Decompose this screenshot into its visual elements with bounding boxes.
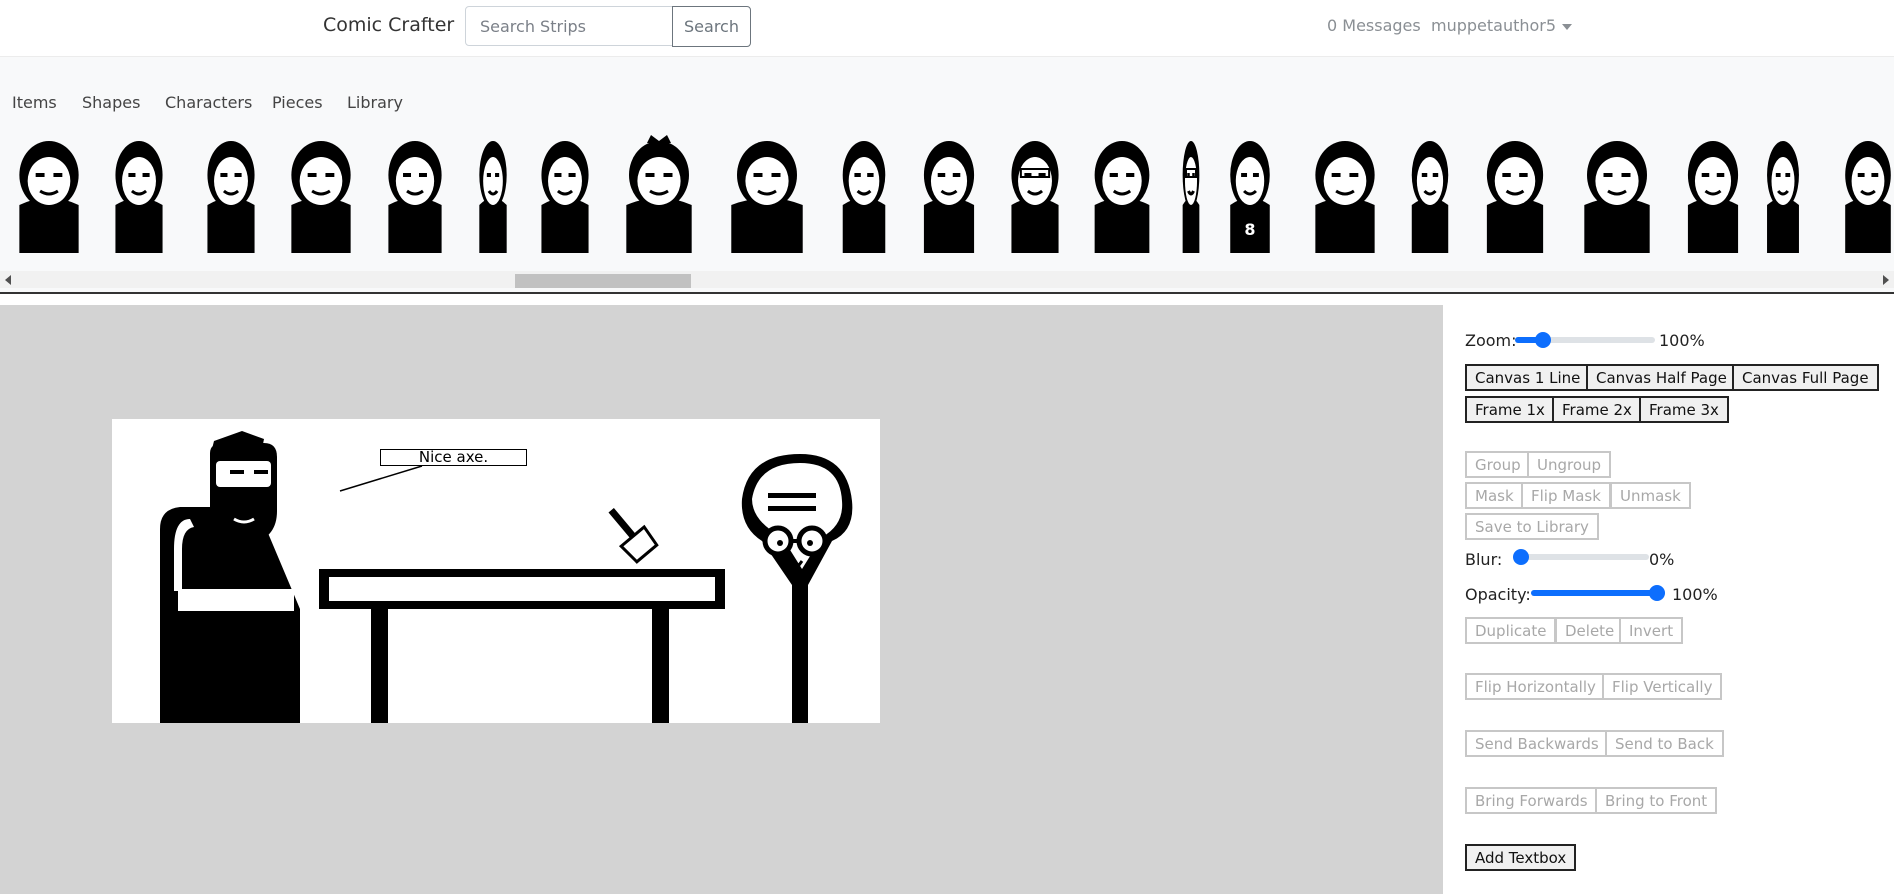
zoom-label: Zoom:	[1465, 331, 1517, 350]
character-cap-girl[interactable]	[19, 141, 79, 253]
jersey-number: 8	[1244, 220, 1255, 239]
opacity-slider[interactable]	[1531, 585, 1665, 601]
username: muppetauthor5	[1431, 16, 1557, 35]
tab-pieces[interactable]: Pieces	[272, 93, 323, 112]
search-button[interactable]: Search	[672, 6, 751, 47]
mask-button[interactable]: Mask	[1465, 482, 1524, 509]
unmask-button[interactable]: Unmask	[1610, 482, 1691, 509]
character-spiky-hair[interactable]	[1767, 141, 1799, 253]
chevron-down-icon	[1562, 23, 1573, 30]
comic-canvas[interactable]: Nice axe.	[112, 419, 880, 723]
opacity-value: 100%	[1672, 585, 1718, 604]
scrollbar-thumb[interactable]	[515, 274, 691, 288]
character-bearded-man[interactable]	[923, 141, 975, 253]
opacity-slider-knob[interactable]	[1649, 585, 1665, 601]
character-headphones-man[interactable]	[541, 141, 589, 253]
table-figure[interactable]	[319, 569, 725, 723]
character-side-hair[interactable]	[1315, 141, 1375, 253]
axe-item[interactable]	[599, 501, 659, 564]
bring-to-front-button[interactable]: Bring to Front	[1595, 787, 1718, 814]
frame-1x-button[interactable]: Frame 1x	[1465, 396, 1555, 423]
canvas-full-page-button[interactable]: Canvas Full Page	[1732, 364, 1879, 391]
blur-value: 0%	[1649, 550, 1675, 569]
character-glasses-man[interactable]	[1011, 141, 1059, 253]
zoom-slider[interactable]	[1515, 332, 1655, 348]
messages-link[interactable]: 0 Messages	[1327, 16, 1421, 35]
bring-forwards-button[interactable]: Bring Forwards	[1465, 787, 1598, 814]
delete-button[interactable]: Delete	[1555, 617, 1625, 644]
scroll-left-icon[interactable]	[5, 275, 11, 285]
properties-panel: Zoom: 100% Canvas 1 Line Canvas Half Pag…	[1443, 305, 1894, 894]
blur-slider[interactable]	[1513, 549, 1649, 565]
ungroup-button[interactable]: Ungroup	[1527, 451, 1612, 478]
character-hooded-figure[interactable]	[1584, 141, 1650, 253]
canvas-half-page-button[interactable]: Canvas Half Page	[1586, 364, 1737, 391]
opacity-label: Opacity:	[1465, 585, 1531, 604]
workspace: Nice axe.	[0, 305, 1443, 894]
character-long-hair-woman[interactable]	[388, 141, 442, 253]
add-textbox-button[interactable]: Add Textbox	[1465, 844, 1577, 871]
character-strip: 8	[0, 135, 1894, 253]
character-square-head[interactable]	[1687, 141, 1739, 253]
character-jersey-player[interactable]: 8	[1230, 141, 1270, 253]
scroll-right-icon[interactable]	[1883, 275, 1889, 285]
character-suspenders-man[interactable]	[842, 141, 886, 253]
user-menu[interactable]: muppetauthor5	[1431, 16, 1573, 35]
character-slim-man[interactable]	[479, 141, 507, 253]
flip-mask-button[interactable]: Flip Mask	[1521, 482, 1611, 509]
frame-3x-button[interactable]: Frame 3x	[1639, 396, 1729, 423]
divider	[0, 292, 1894, 294]
glasses-man-figure[interactable]	[741, 454, 853, 723]
save-to-library-button[interactable]: Save to Library	[1465, 513, 1599, 540]
tab-characters[interactable]: Characters	[165, 93, 252, 112]
character-vampire-collar[interactable]	[731, 141, 803, 253]
send-backwards-button[interactable]: Send Backwards	[1465, 730, 1609, 757]
send-to-back-button[interactable]: Send to Back	[1605, 730, 1724, 757]
flip-vertically-button[interactable]: Flip Vertically	[1602, 673, 1723, 700]
tab-library[interactable]: Library	[347, 93, 403, 112]
canvas-1-line-button[interactable]: Canvas 1 Line	[1465, 364, 1591, 391]
frame-2x-button[interactable]: Frame 2x	[1552, 396, 1642, 423]
opacity-slider-fill	[1531, 590, 1665, 596]
horizontal-scrollbar[interactable]	[0, 271, 1894, 288]
tab-items[interactable]: Items	[12, 93, 57, 112]
group-button[interactable]: Group	[1465, 451, 1531, 478]
character-suit-man[interactable]	[1845, 141, 1891, 253]
character-bald-beard-man[interactable]	[1411, 141, 1449, 253]
speech-bubble[interactable]: Nice axe.	[380, 449, 527, 466]
duplicate-button[interactable]: Duplicate	[1465, 617, 1557, 644]
brand-logo[interactable]: Comic Crafter	[323, 14, 454, 36]
invert-button[interactable]: Invert	[1619, 617, 1684, 644]
zoom-slider-knob[interactable]	[1535, 332, 1551, 348]
zoom-value: 100%	[1659, 331, 1705, 350]
asset-toolbar: Items Shapes Characters Pieces Library 8	[0, 57, 1894, 292]
flip-horizontally-button[interactable]: Flip Horizontally	[1465, 673, 1606, 700]
blur-label: Blur:	[1465, 550, 1503, 569]
character-brooding-man[interactable]	[115, 141, 163, 253]
blur-slider-knob[interactable]	[1513, 549, 1529, 565]
character-thin-tie-man[interactable]	[1182, 141, 1200, 253]
character-thumbnails: 8	[19, 135, 1891, 253]
character-dracula[interactable]	[1486, 141, 1544, 253]
speech-bubble-tail	[339, 465, 423, 492]
character-profile-man[interactable]	[207, 141, 255, 253]
character-bob-hair-girl[interactable]	[1094, 141, 1150, 253]
search-input[interactable]	[465, 6, 673, 46]
tab-shapes[interactable]: Shapes	[82, 93, 140, 112]
character-star-hat[interactable]	[291, 141, 351, 253]
navbar: Comic Crafter Search 0 Messages muppetau…	[0, 0, 1894, 57]
character-crowned-blob[interactable]	[626, 135, 692, 253]
bearded-man-figure[interactable]	[160, 431, 300, 723]
